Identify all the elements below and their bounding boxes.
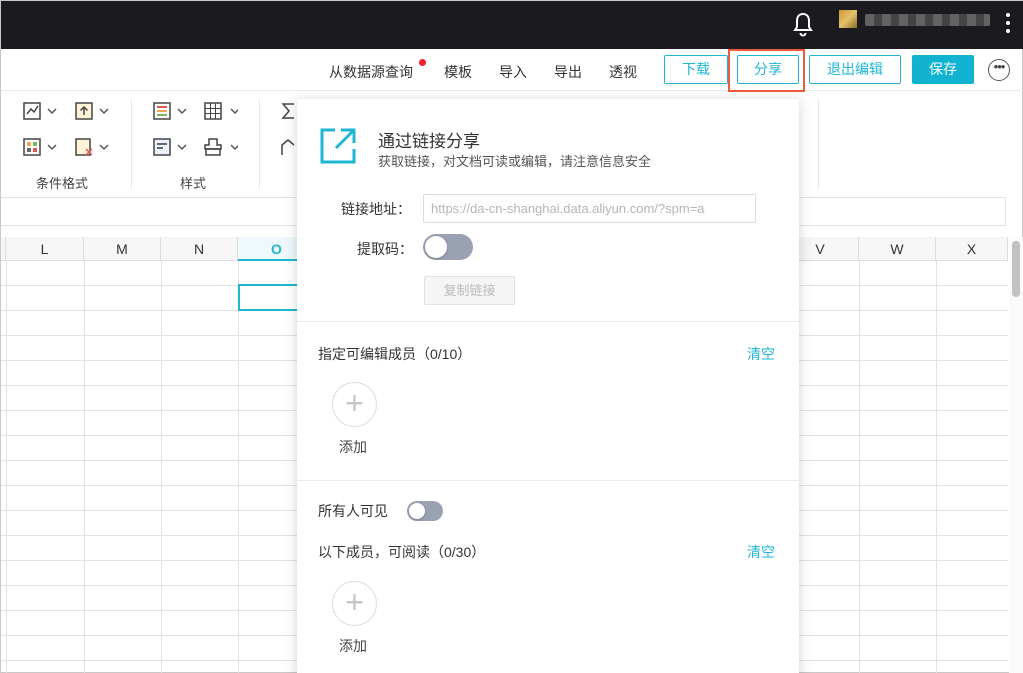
column-line bbox=[859, 261, 860, 673]
ribbon-divider bbox=[131, 99, 132, 189]
save-button[interactable]: 保存 bbox=[912, 55, 974, 84]
column-header[interactable]: M bbox=[84, 237, 161, 261]
column-line bbox=[84, 261, 85, 673]
vertical-scrollbar[interactable] bbox=[1009, 237, 1023, 673]
template-menu[interactable]: 模板 bbox=[444, 62, 472, 82]
download-button[interactable]: 下载 bbox=[664, 55, 728, 84]
link-url-field[interactable]: https://da-cn-shanghai.data.aliyun.com/?… bbox=[423, 194, 756, 223]
chart-format-icon[interactable] bbox=[21, 101, 57, 121]
column-line bbox=[161, 261, 162, 673]
share-panel: 通过链接分享 获取链接，对文档可读或编辑，请注意信息安全 链接地址： https… bbox=[297, 99, 799, 673]
share-link-icon bbox=[320, 128, 356, 164]
selected-cell[interactable] bbox=[238, 284, 300, 311]
filter-icon[interactable] bbox=[279, 137, 297, 157]
column-header[interactable]: N bbox=[161, 237, 238, 261]
section-divider bbox=[297, 321, 799, 322]
everyone-visible-toggle[interactable] bbox=[407, 501, 443, 521]
format-painter-icon[interactable] bbox=[202, 137, 238, 157]
conditional-format-label: 条件格式 bbox=[36, 176, 89, 191]
border-icon[interactable] bbox=[202, 101, 238, 121]
import-menu[interactable]: 导入 bbox=[499, 62, 527, 82]
query-datasource-menu[interactable]: 从数据源查询 bbox=[329, 62, 413, 82]
table-style-icon[interactable] bbox=[151, 101, 187, 121]
clear-editors-link[interactable]: 清空 bbox=[747, 344, 775, 364]
share-highlight-box bbox=[728, 49, 805, 92]
export-menu[interactable]: 导出 bbox=[554, 62, 582, 82]
add-reader-label[interactable]: 添加 bbox=[339, 636, 367, 656]
style-label: 样式 bbox=[180, 176, 207, 191]
clear-readers-link[interactable]: 清空 bbox=[747, 542, 775, 562]
link-label: 链接地址： bbox=[341, 201, 411, 217]
add-reader-icon[interactable]: + bbox=[332, 581, 377, 626]
column-header[interactable]: X bbox=[936, 237, 1008, 261]
column-line bbox=[936, 261, 937, 673]
copy-link-button[interactable]: 复制链接 bbox=[424, 276, 515, 305]
notification-dot bbox=[419, 59, 426, 66]
action-toolbar: 从数据源查询 模板 导入 导出 透视 下载 分享 退出编辑 保存 bbox=[1, 49, 1023, 91]
ribbon-divider bbox=[818, 99, 819, 189]
bell-icon[interactable] bbox=[791, 11, 815, 37]
column-line bbox=[238, 261, 239, 673]
more-options-icon[interactable]: ••• bbox=[988, 59, 1010, 81]
cell-style-icon[interactable] bbox=[151, 137, 187, 157]
column-header[interactable]: L bbox=[6, 237, 84, 261]
sum-icon[interactable] bbox=[279, 101, 297, 121]
top-bar bbox=[1, 1, 1023, 49]
section-divider bbox=[297, 480, 799, 481]
username-blurred[interactable] bbox=[865, 14, 990, 26]
pivot-menu[interactable]: 透视 bbox=[609, 62, 637, 82]
clear-format-icon[interactable] bbox=[73, 137, 109, 157]
add-editor-icon[interactable]: + bbox=[332, 382, 377, 427]
avatar[interactable] bbox=[839, 10, 857, 28]
share-title: 通过链接分享 bbox=[378, 132, 480, 151]
everyone-visible-label: 所有人可见 bbox=[318, 503, 388, 519]
upload-format-icon[interactable] bbox=[73, 101, 109, 121]
readers-section-label: 以下成员，可阅读（0/30） bbox=[318, 544, 486, 560]
share-subtitle: 获取链接，对文档可读或编辑，请注意信息安全 bbox=[378, 154, 652, 169]
column-line bbox=[6, 261, 7, 673]
exit-edit-button[interactable]: 退出编辑 bbox=[809, 55, 901, 84]
extract-code-toggle[interactable] bbox=[423, 234, 473, 260]
editors-section-label: 指定可编辑成员（0/10） bbox=[318, 346, 472, 362]
add-editor-label[interactable]: 添加 bbox=[339, 437, 367, 457]
grid-format-icon[interactable] bbox=[21, 137, 57, 157]
extract-code-label: 提取码： bbox=[357, 241, 413, 257]
scrollbar-thumb[interactable] bbox=[1012, 241, 1020, 297]
column-header[interactable]: W bbox=[859, 237, 936, 261]
ribbon-divider bbox=[259, 99, 260, 189]
kebab-menu-icon[interactable] bbox=[1004, 13, 1012, 37]
